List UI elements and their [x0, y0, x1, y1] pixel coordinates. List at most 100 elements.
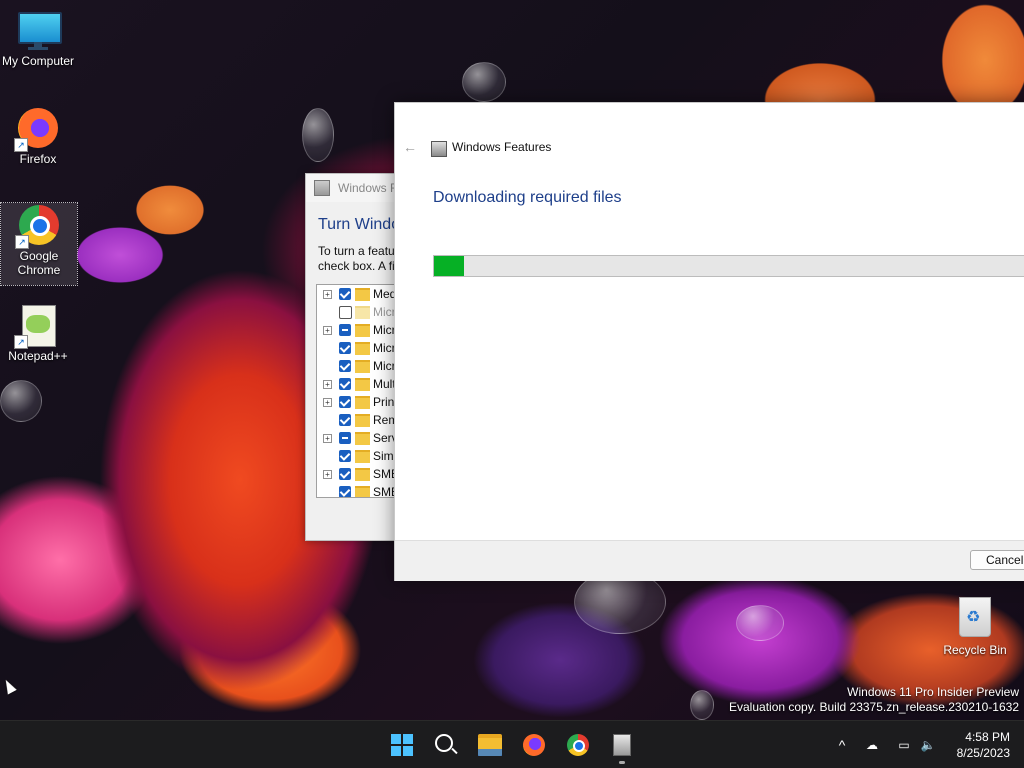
desktop-icon-label: My Computer — [1, 54, 75, 68]
progress-fill — [434, 256, 464, 276]
file-explorer-button[interactable] — [474, 729, 506, 761]
feature-label: Micr — [373, 305, 396, 319]
description-line: To turn a featu — [318, 244, 395, 258]
windows-features-icon — [431, 141, 447, 157]
folder-icon — [355, 323, 370, 337]
description-line: check box. A fi — [318, 259, 395, 273]
watermark-line: Windows 11 Pro Insider Preview — [847, 685, 1019, 699]
folder-icon — [355, 449, 370, 463]
status-heading: Downloading required files — [433, 189, 622, 206]
chrome-icon: ↗ — [15, 203, 61, 249]
feature-checkbox[interactable] — [339, 396, 351, 408]
windows-features-progress-window[interactable]: ← Windows Features Downloading required … — [394, 102, 1024, 581]
feature-checkbox[interactable] — [339, 288, 351, 300]
feature-checkbox[interactable] — [339, 378, 351, 390]
search-icon — [435, 734, 453, 752]
feature-label: Micr — [373, 359, 396, 373]
folder-icon — [355, 377, 370, 391]
clock-date: 8/25/2023 — [956, 746, 1010, 760]
recycle-bin-icon — [959, 597, 991, 637]
desktop-icon-recycle-bin[interactable]: Recycle Bin — [940, 597, 1010, 657]
folder-icon — [355, 431, 370, 445]
decor-droplet — [302, 108, 334, 162]
cancel-button[interactable]: Cancel — [970, 550, 1024, 570]
firefox-taskbar-button[interactable] — [518, 729, 550, 761]
start-icon — [391, 734, 413, 756]
feature-checkbox[interactable] — [339, 414, 351, 426]
folder-icon — [355, 359, 370, 373]
feature-checkbox[interactable] — [339, 360, 351, 372]
folder-icon — [355, 341, 370, 355]
desktop-icon-google-chrome[interactable]: ↗ Google Chrome — [0, 202, 78, 286]
windows-features-taskbar-button[interactable] — [606, 729, 638, 764]
feature-checkbox[interactable] — [339, 305, 352, 319]
search-button[interactable] — [430, 729, 462, 761]
expand-toggle-icon[interactable]: + — [323, 469, 332, 479]
feature-label: Micr — [373, 341, 396, 355]
active-indicator — [619, 761, 625, 764]
feature-label: Micr — [373, 323, 396, 337]
desktop-icon-firefox[interactable]: ↗ Firefox — [0, 106, 76, 166]
dialog-footer: Cancel — [395, 540, 1024, 581]
windows-features-icon — [613, 734, 631, 756]
desktop-icon-label: Recycle Bin — [943, 643, 1007, 657]
computer-icon — [16, 8, 62, 52]
feature-checkbox[interactable] — [339, 450, 351, 462]
chrome-icon — [567, 734, 589, 756]
desktop-icon-label: Notepad++ — [8, 349, 68, 363]
expand-toggle-icon[interactable]: + — [323, 433, 332, 443]
expand-toggle-icon[interactable]: + — [323, 325, 332, 335]
window-title: Windows Features — [452, 140, 552, 154]
shortcut-arrow-icon: ↗ — [15, 235, 29, 249]
decor-droplet — [0, 380, 42, 422]
title-bar[interactable]: ← Windows Features — [395, 103, 1024, 191]
decor-droplet — [736, 605, 784, 641]
folder-icon — [355, 305, 370, 319]
evaluation-watermark: Windows 11 Pro Insider Preview Evaluatio… — [729, 685, 1019, 715]
expand-toggle-icon[interactable]: + — [323, 397, 332, 407]
title-bar[interactable]: Windows Fe — [306, 174, 406, 202]
taskbar: ^ ☁ ▭ 🔈 4:58 PM 8/25/2023 — [0, 720, 1024, 768]
feature-checkbox[interactable] — [339, 486, 351, 497]
desktop-icon-notepadpp[interactable]: ↗ Notepad++ — [0, 303, 76, 363]
feature-checkbox[interactable] — [339, 342, 351, 354]
network-icon[interactable]: ▭ — [896, 737, 912, 753]
decor-droplet — [690, 690, 714, 720]
show-hidden-icons-chevron-icon[interactable]: ^ — [834, 737, 850, 753]
folder-icon — [355, 395, 370, 409]
folder-icon — [355, 413, 370, 427]
chrome-taskbar-button[interactable] — [562, 729, 594, 761]
feature-label: Med — [373, 287, 397, 301]
decor-droplet — [462, 62, 506, 102]
desktop: My Computer ↗ Firefox ↗ Google Chrome ↗ … — [0, 0, 1024, 720]
expand-toggle-icon[interactable]: + — [323, 289, 332, 299]
system-clock[interactable]: 4:58 PM 8/25/2023 — [957, 729, 1010, 761]
feature-checkbox[interactable] — [339, 432, 351, 444]
download-progress-bar — [433, 255, 1024, 277]
folder-icon — [355, 287, 370, 301]
feature-checkbox[interactable] — [339, 468, 351, 480]
notepadpp-icon: ↗ — [14, 303, 60, 349]
firefox-icon: ↗ — [14, 106, 60, 152]
expand-toggle-icon[interactable]: + — [323, 379, 332, 389]
shortcut-arrow-icon: ↗ — [14, 138, 28, 152]
onedrive-warning-icon[interactable]: ☁ — [864, 737, 880, 753]
clock-time: 4:58 PM — [965, 730, 1010, 744]
folder-icon — [355, 467, 370, 481]
folder-icon — [355, 485, 370, 497]
page-title: Turn Windo — [318, 216, 401, 233]
start-button[interactable] — [386, 729, 418, 761]
desktop-icon-my-computer[interactable]: My Computer — [0, 8, 76, 68]
volume-icon[interactable]: 🔈 — [920, 737, 936, 753]
shortcut-arrow-icon: ↗ — [14, 335, 28, 349]
windows-features-window-back[interactable]: Windows Fe Turn Windo To turn a featu ch… — [305, 173, 407, 541]
watermark-line: Evaluation copy. Build 23375.zn_release.… — [729, 700, 1019, 714]
description: To turn a featu check box. A fi — [318, 244, 406, 274]
file-explorer-icon — [478, 734, 502, 756]
back-arrow-icon[interactable]: ← — [403, 139, 417, 155]
feature-label: Mult — [373, 377, 396, 391]
firefox-icon — [523, 734, 545, 756]
mouse-cursor-icon — [1, 677, 17, 695]
windows-features-icon — [314, 180, 330, 196]
feature-checkbox[interactable] — [339, 324, 351, 336]
